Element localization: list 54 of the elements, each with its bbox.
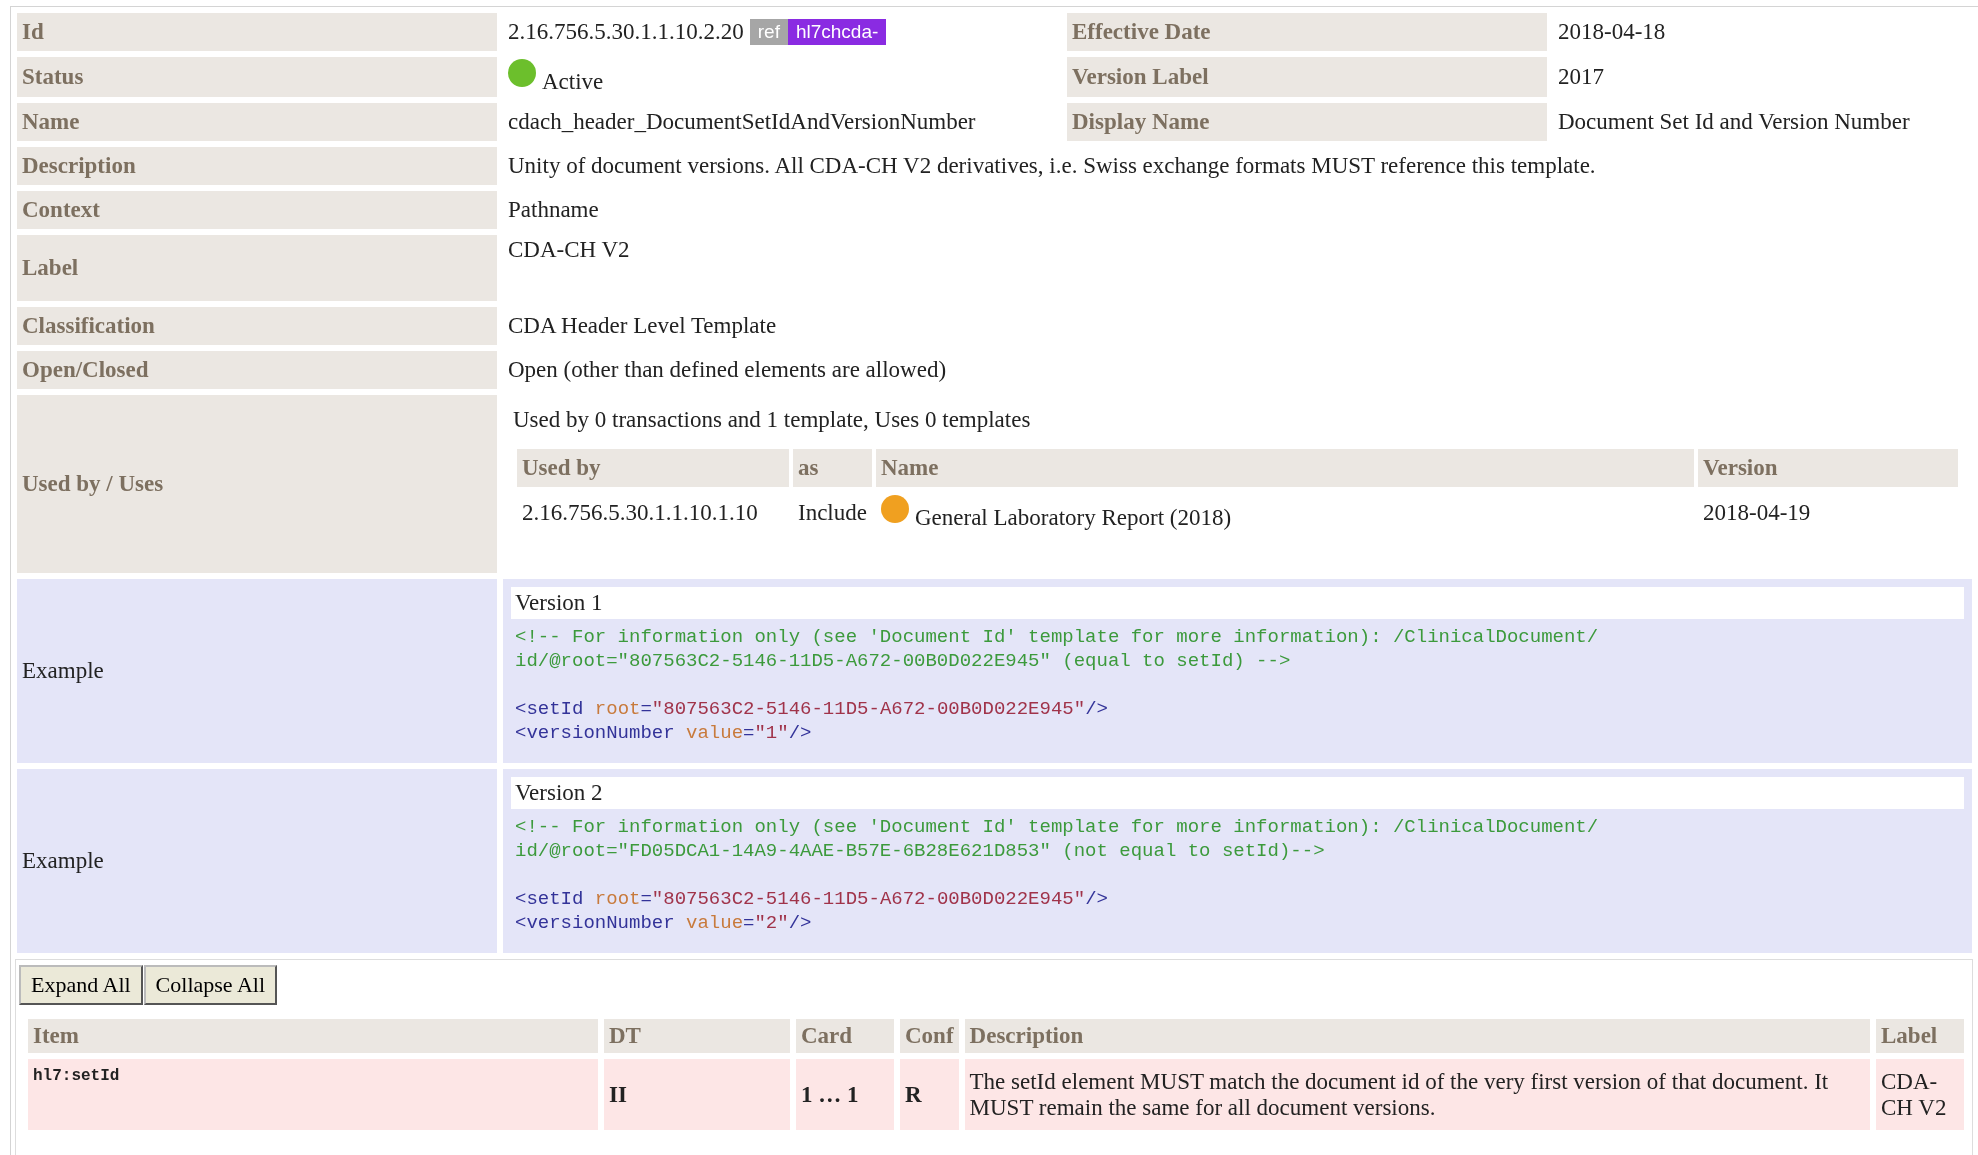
item-cell: hl7:setId [28, 1059, 598, 1130]
example-caption: Version 1 [511, 587, 1964, 619]
field-label: Classification [17, 307, 497, 345]
column-header: Card [796, 1019, 894, 1053]
table-cell-text: 2.16.756.5.30.1.1.10.1.10 [521, 499, 759, 527]
table-cell-text: 2018-04-19 [1702, 499, 1812, 527]
field-label: Id [17, 13, 497, 51]
field-label: Description [17, 147, 497, 185]
column-header: Used by [517, 449, 789, 487]
field-value: CDA-CH V2 [507, 236, 631, 264]
field-value: CDA Header Level Template [507, 312, 778, 340]
field-label: Effective Date [1067, 13, 1547, 51]
ref-badge: ref [749, 19, 788, 45]
field-value: Document Set Id and Version Number [1557, 108, 1911, 136]
field-value: Unity of document versions. All CDA-CH V2 derivatives, i.e. Swiss exchange formats MUST reference this template. [507, 152, 1597, 180]
field-value: Open (other than defined elements are allowed) [507, 356, 948, 384]
field-value: cdach_header_DocumentSetIdAndVersionNumber [508, 109, 976, 134]
code-text: <!-- For information only (see 'Document Id' template for more information): /ClinicalDocument/ id/@root="807563C2-5146-11D5-A672-00B0D022E945" (equal to setId) --> <setId root="807563C2-5146-11D5-A672-00B0D022E945"/> <versionNumber value="1"/> [514, 625, 1600, 745]
field-label: Name [17, 103, 497, 141]
table-cell: The setId element MUST match the document id of the very first version of that document. It MUST remain the same for all document versions. [964, 1059, 1870, 1130]
code-text: <!-- For information only (see 'Document Id' template for more information): /ClinicalDocument/ id/@root="FD05DCA1-14A9-4AAE-B57E-6B28E621D853" (not equal to setId)--> <setId root="807563C2-5146-11D5-A672-00B0D022E945"/> <versionNumber value="2"/> [514, 815, 1600, 935]
prefix-badge: hl7chcda- [787, 19, 887, 45]
toolbar-button[interactable]: Expand All [19, 965, 143, 1005]
field-value: 2017 [1557, 63, 1605, 91]
column-header: Conf [900, 1019, 959, 1053]
field-label: Open/Closed [17, 351, 497, 389]
example-caption: Version 2 [511, 777, 1964, 809]
field-label: Used by / Uses [17, 395, 497, 573]
column-header: Item [28, 1019, 598, 1053]
table-cell: II [604, 1059, 790, 1130]
column-header: DT [604, 1019, 790, 1053]
status-text: Active [542, 69, 604, 94]
example-label: Example [17, 769, 497, 953]
field-label: Status [17, 57, 497, 97]
column-header: as [793, 449, 872, 487]
column-header: Description [964, 1019, 1870, 1053]
column-header: Name [875, 449, 1694, 487]
table-cell: CDA-CH V2 [1876, 1059, 1964, 1130]
field-value: Pathname [507, 196, 600, 224]
field-label: Context [17, 191, 497, 229]
column-header: Label [1876, 1019, 1964, 1053]
table-cell: 1 … 1 [796, 1059, 894, 1130]
table-cell: R [900, 1059, 959, 1130]
template-link[interactable]: General Laboratory Report (2018) [914, 505, 1232, 530]
usage-summary: Used by 0 transactions and 1 template, Uses 0 templates [513, 407, 1032, 433]
table-cell-text: Include [797, 499, 868, 527]
field-value: 2.16.756.5.30.1.1.10.2.20 [508, 19, 744, 44]
field-label: Display Name [1067, 103, 1547, 141]
toolbar-button[interactable]: Collapse All [143, 965, 277, 1005]
field-label: Label [17, 235, 497, 301]
column-header: Version [1698, 449, 1958, 487]
example-label: Example [17, 579, 497, 763]
field-label: Version Label [1067, 57, 1547, 97]
field-value: 2018-04-18 [1557, 18, 1667, 46]
